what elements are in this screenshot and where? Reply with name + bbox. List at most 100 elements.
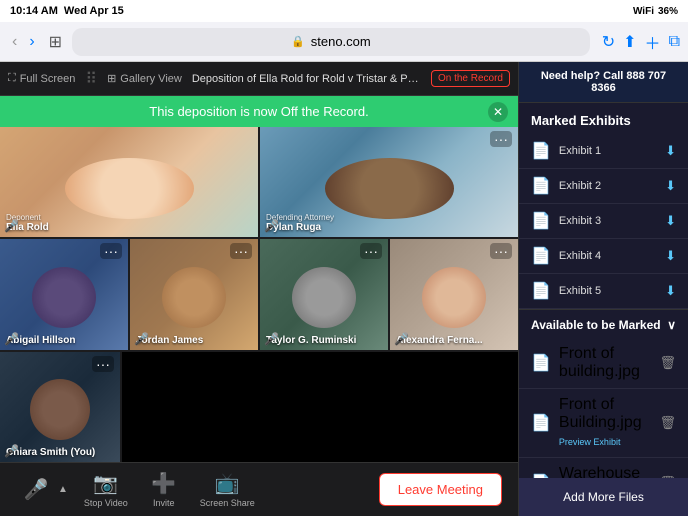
avatar-dylan xyxy=(325,158,454,219)
abigail-mic-icon: 🎤 xyxy=(4,332,19,346)
status-left: 10:14 AM Wed Apr 15 xyxy=(10,5,124,17)
download-icon-5[interactable]: ⬇ xyxy=(665,283,676,299)
stop-video-button[interactable]: 📷 Stop Video xyxy=(84,471,128,508)
status-bar: 10:14 AM Wed Apr 15 WiFi 36% xyxy=(0,0,688,22)
forward-button[interactable]: › xyxy=(25,31,38,53)
file-icon-5: 📄 xyxy=(531,281,551,301)
gallery-icon: ⊞ xyxy=(107,72,116,85)
exhibit-item-4[interactable]: 📄 Exhibit 4 ⬇ xyxy=(519,239,688,274)
exhibit-item-1[interactable]: 📄 Exhibit 1 ⬇ xyxy=(519,134,688,169)
available-file-icon-1: 📄 xyxy=(531,353,551,373)
tabs-button[interactable]: ⧉ xyxy=(669,30,680,54)
wifi-icon: WiFi xyxy=(633,6,654,17)
address-bar[interactable]: 🔒 steno.com xyxy=(72,28,590,56)
fullscreen-button[interactable]: ⛶ Full Screen xyxy=(8,72,75,85)
main-area: ⛶ Full Screen ⠿ ⊞ Gallery View Depositio… xyxy=(0,62,688,516)
mute-button[interactable]: 🎤 xyxy=(16,477,56,502)
screen-share-button[interactable]: 📺 Screen Share xyxy=(200,471,255,508)
mute-icon: 🎤 xyxy=(24,477,49,502)
video-row-3: Chiara Smith (You) 🎤 ··· xyxy=(0,352,518,462)
alexandra-name: Alexandra Ferna... xyxy=(396,335,483,346)
taylor-more-options[interactable]: ··· xyxy=(360,243,382,259)
available-item-2[interactable]: 📄 Front of Building.jpg Preview Exhibit … xyxy=(519,389,688,458)
available-item-1[interactable]: 📄 Front of building.jpg 🗑 xyxy=(519,338,688,389)
fullscreen-icon: ⛶ xyxy=(8,72,16,85)
exhibit-name-5: Exhibit 5 xyxy=(559,285,657,297)
available-name-wrap-1: Front of building.jpg xyxy=(559,345,652,381)
available-collapse-icon[interactable]: ∨ xyxy=(667,318,676,332)
right-panel: Need help? Call 888 707 8366 Marked Exhi… xyxy=(518,62,688,516)
file-icon-3: 📄 xyxy=(531,211,551,231)
gallery-view-button[interactable]: ⊞ Gallery View xyxy=(107,72,182,85)
participant-label-alexandra: Alexandra Ferna... xyxy=(396,335,483,346)
video-grid: Deponent Ella Rold 🎤 Defending Attorney … xyxy=(0,127,518,462)
download-icon-3[interactable]: ⬇ xyxy=(665,213,676,229)
available-name-wrap-3: Warehouse Floor.jpg xyxy=(559,465,652,478)
video-cell-taylor: Taylor G. Ruminski 🎤 ··· xyxy=(260,239,388,349)
status-date: Wed Apr 15 xyxy=(64,5,124,17)
trash-icon-1[interactable]: 🗑 xyxy=(659,355,676,371)
video-cell-ella: Deponent Ella Rold 🎤 xyxy=(0,127,258,237)
reload-button[interactable]: ↻ xyxy=(602,30,615,54)
download-icon-4[interactable]: ⬇ xyxy=(665,248,676,264)
available-item-3[interactable]: 📄 Warehouse Floor.jpg 🗑 xyxy=(519,458,688,478)
dylan-more-options[interactable]: ··· xyxy=(490,131,512,147)
on-record-badge: On the Record xyxy=(431,70,510,87)
screen-share-icon: 📺 xyxy=(215,471,240,496)
browser-nav: ‹ › xyxy=(8,31,39,53)
share-button[interactable]: ⬆ xyxy=(623,30,636,54)
available-header: Available to be Marked ∨ xyxy=(519,309,688,338)
marked-exhibits-section: Marked Exhibits 📄 Exhibit 1 ⬇ 📄 Exhibit … xyxy=(519,103,688,309)
stop-video-label: Stop Video xyxy=(84,498,128,508)
available-preview-label-2: Preview Exhibit xyxy=(559,437,621,447)
alexandra-more-options[interactable]: ··· xyxy=(490,243,512,259)
exhibit-item-5[interactable]: 📄 Exhibit 5 ⬇ xyxy=(519,274,688,309)
invite-button[interactable]: ➕ Invite xyxy=(144,471,184,508)
screen-share-label: Screen Share xyxy=(200,498,255,508)
avatar-taylor xyxy=(292,267,356,328)
add-more-files-button[interactable]: Add More Files xyxy=(519,478,688,516)
status-right: WiFi 36% xyxy=(633,6,678,17)
download-icon-2[interactable]: ⬇ xyxy=(665,178,676,194)
file-icon-2: 📄 xyxy=(531,176,551,196)
chiara-more-options[interactable]: ··· xyxy=(92,356,114,372)
jordan-mic-icon: 🎤 xyxy=(134,332,149,346)
exhibit-name-3: Exhibit 3 xyxy=(559,215,657,227)
off-record-close-button[interactable]: ✕ xyxy=(488,102,508,122)
avatar-ella xyxy=(65,158,194,219)
exhibit-item-2[interactable]: 📄 Exhibit 2 ⬇ xyxy=(519,169,688,204)
file-icon-4: 📄 xyxy=(531,246,551,266)
video-controls: 🎤 ▲ 📷 Stop Video ➕ Invite 📺 Screen Share xyxy=(0,462,518,516)
marked-exhibits-header: Marked Exhibits xyxy=(519,103,688,134)
avatar-jordan xyxy=(162,267,226,328)
jordan-more-options[interactable]: ··· xyxy=(230,243,252,259)
new-tab-button[interactable]: ＋ xyxy=(645,30,661,54)
trash-icon-2[interactable]: 🗑 xyxy=(659,415,676,431)
exhibit-item-3[interactable]: 📄 Exhibit 3 ⬇ xyxy=(519,204,688,239)
available-file-name-1: Front of building.jpg xyxy=(559,345,640,380)
mute-caret-button[interactable]: ▲ xyxy=(58,484,68,495)
video-cell-empty xyxy=(122,352,518,462)
off-record-message: This deposition is now Off the Record. xyxy=(149,104,368,119)
leave-meeting-button[interactable]: Leave Meeting xyxy=(379,473,502,506)
invite-icon: ➕ xyxy=(151,471,176,496)
status-time: 10:14 AM xyxy=(10,5,58,17)
marked-exhibits-title: Marked Exhibits xyxy=(531,113,631,128)
deposition-title: Deposition of Ella Rold for Rold v Trist… xyxy=(192,73,421,85)
video-cell-dylan: Defending Attorney Dylan Ruga 🎤 ··· xyxy=(260,127,518,237)
file-icon-1: 📄 xyxy=(531,141,551,161)
controls-left: 🎤 ▲ 📷 Stop Video ➕ Invite 📺 Screen Share xyxy=(16,471,255,508)
tabs-icon[interactable]: ⊞ xyxy=(49,32,62,52)
avatar-alexandra xyxy=(422,267,486,328)
exhibit-name-2: Exhibit 2 xyxy=(559,180,657,192)
video-row-2: Abigail Hillson 🎤 ··· Jordan James 🎤 ··· xyxy=(0,239,518,349)
avatar-abigail xyxy=(32,267,96,328)
available-file-icon-2: 📄 xyxy=(531,413,551,433)
abigail-more-options[interactable]: ··· xyxy=(100,243,122,259)
download-icon-1[interactable]: ⬇ xyxy=(665,143,676,159)
battery-icon: 36% xyxy=(658,6,678,17)
back-button[interactable]: ‹ xyxy=(8,31,21,53)
taylor-mic-icon: 🎤 xyxy=(264,332,279,346)
available-section: Available to be Marked ∨ 📄 Front of buil… xyxy=(519,309,688,478)
invite-label: Invite xyxy=(153,498,175,508)
